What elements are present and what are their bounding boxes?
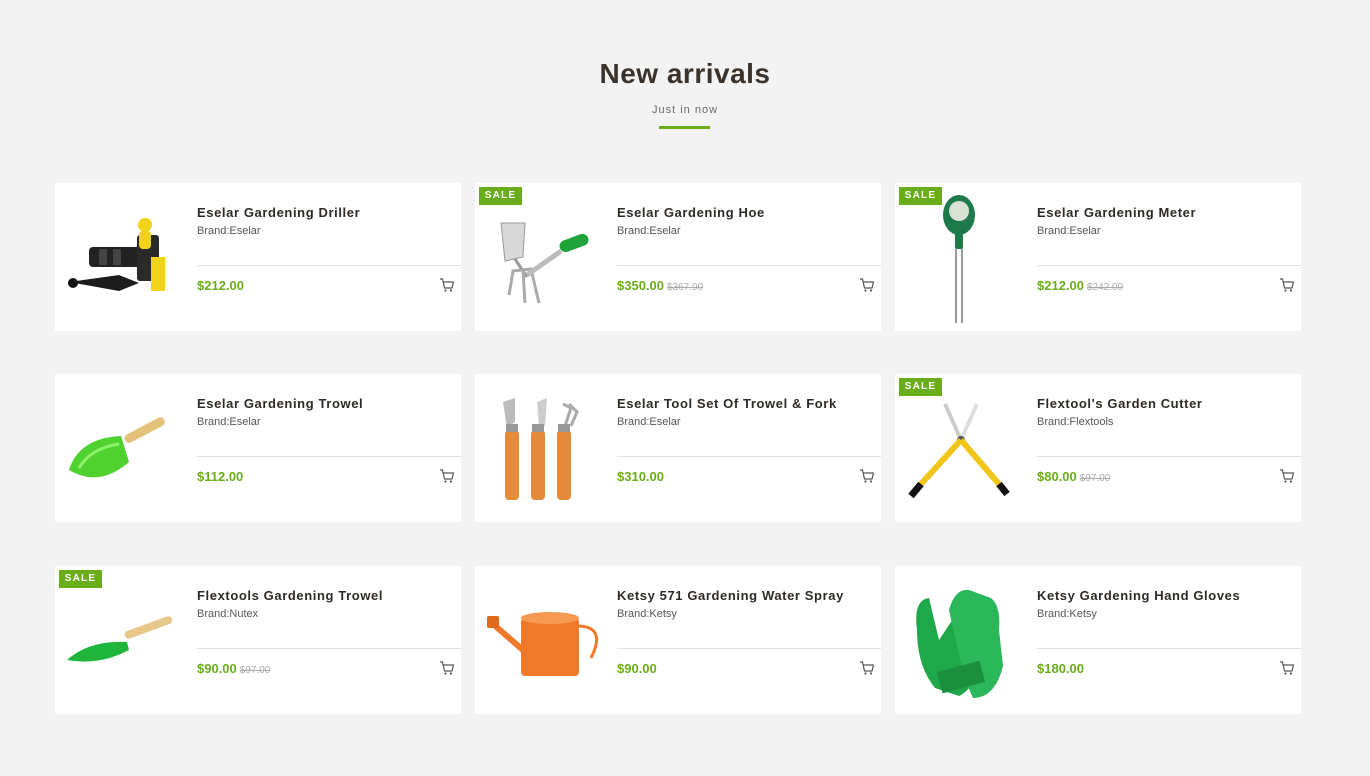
- price-row: $80.00 $97.00: [1037, 468, 1110, 486]
- price-row: $180.00: [1037, 660, 1084, 678]
- product-price: $112.00: [197, 469, 244, 484]
- cart-icon[interactable]: [859, 468, 875, 484]
- card-divider: [617, 265, 881, 266]
- product-image[interactable]: [895, 566, 1035, 714]
- title-underline: [659, 126, 710, 129]
- card-divider: [197, 265, 461, 266]
- product-name[interactable]: Eselar Gardening Hoe: [617, 205, 877, 220]
- product-price: $180.00: [1037, 661, 1084, 676]
- product-name[interactable]: Flextools Gardening Trowel: [197, 588, 457, 603]
- product-price: $80.00: [1037, 469, 1077, 484]
- product-card[interactable]: Ketsy Gardening Hand Gloves Brand:Ketsy $1…: [895, 566, 1301, 714]
- product-card[interactable]: Eselar Gardening Driller Brand:Eselar $212…: [55, 183, 461, 331]
- product-card[interactable]: Eselar Gardening Trowel Brand:Eselar $112.…: [55, 374, 461, 522]
- product-price: $90.00: [617, 661, 657, 676]
- product-image[interactable]: [55, 183, 195, 331]
- product-image[interactable]: [475, 374, 615, 522]
- product-brand: Brand:Nutex: [197, 608, 259, 620]
- card-divider: [197, 456, 461, 457]
- product-card[interactable]: SALE Eselar Gardening Meter Brand:Eselar $2…: [895, 183, 1301, 331]
- product-price: $90.00: [197, 661, 237, 676]
- product-brand: Brand:Eselar: [617, 416, 681, 428]
- product-card[interactable]: SALE Eselar Gardening Hoe Brand:Eselar $350…: [475, 183, 881, 331]
- cart-icon[interactable]: [439, 660, 455, 676]
- product-card[interactable]: Eselar Tool Set Of Trowel & Fork Brand:Es…: [475, 374, 881, 522]
- price-row: $350.00 $367.00: [617, 277, 703, 295]
- product-image[interactable]: [475, 183, 615, 331]
- product-brand: Brand:Eselar: [197, 416, 261, 428]
- cart-icon[interactable]: [859, 277, 875, 293]
- sale-badge: SALE: [59, 570, 102, 588]
- product-name[interactable]: Eselar Tool Set Of Trowel & Fork: [617, 396, 877, 411]
- product-image[interactable]: [895, 183, 1035, 331]
- product-price: $212.00: [1037, 278, 1084, 293]
- card-divider: [617, 456, 881, 457]
- product-brand: Brand:Ketsy: [1037, 608, 1097, 620]
- price-row: $112.00: [197, 468, 243, 486]
- product-brand: Brand:Ketsy: [617, 608, 677, 620]
- product-image[interactable]: [475, 566, 615, 714]
- section-title: New arrivals: [599, 58, 771, 89]
- product-old-price: $242.00: [1087, 282, 1124, 293]
- price-row: $212.00: [197, 277, 244, 295]
- cart-icon[interactable]: [859, 660, 875, 676]
- product-name[interactable]: Eselar Gardening Trowel: [197, 396, 457, 411]
- cart-icon[interactable]: [439, 277, 455, 293]
- product-card[interactable]: Ketsy 571 Gardening Water Spray Brand:Ket…: [475, 566, 881, 714]
- cart-icon[interactable]: [1279, 660, 1295, 676]
- price-row: $310.00: [617, 468, 664, 486]
- product-brand: Brand:Eselar: [197, 225, 261, 237]
- product-old-price: $367.00: [667, 282, 704, 293]
- product-price: $212.00: [197, 278, 244, 293]
- product-old-price: $97.00: [1079, 473, 1111, 484]
- product-price: $350.00: [617, 278, 664, 293]
- price-row: $212.00 $242.00: [1037, 277, 1123, 295]
- card-divider: [197, 648, 461, 649]
- product-name[interactable]: Ketsy Gardening Hand Gloves: [1037, 588, 1297, 603]
- product-brand: Brand:Eselar: [1037, 225, 1101, 237]
- product-name[interactable]: Eselar Gardening Driller: [197, 205, 457, 220]
- card-divider: [1037, 456, 1301, 457]
- product-brand: Brand:Eselar: [617, 225, 681, 237]
- product-card[interactable]: SALE Flextools Gardening Trowel Brand:Nute…: [55, 566, 461, 714]
- product-card[interactable]: SALE Flextool's Garden Cutter Brand:Flexto…: [895, 374, 1301, 522]
- product-old-price: $97.00: [239, 665, 271, 676]
- price-row: $90.00: [617, 660, 657, 678]
- product-name[interactable]: Ketsy 571 Gardening Water Spray: [617, 588, 877, 603]
- product-image[interactable]: [55, 566, 195, 714]
- cart-icon[interactable]: [1279, 468, 1295, 484]
- product-name[interactable]: Flextool's Garden Cutter: [1037, 396, 1297, 411]
- product-image[interactable]: [55, 374, 195, 522]
- product-price: $310.00: [617, 469, 664, 484]
- sale-badge: SALE: [899, 378, 942, 396]
- product-name[interactable]: Eselar Gardening Meter: [1037, 205, 1297, 220]
- product-image[interactable]: [895, 374, 1035, 522]
- sale-badge: SALE: [479, 187, 522, 205]
- card-divider: [617, 648, 881, 649]
- cart-icon[interactable]: [1279, 277, 1295, 293]
- card-divider: [1037, 265, 1301, 266]
- card-divider: [1037, 648, 1301, 649]
- product-brand: Brand:Flextools: [1037, 416, 1114, 428]
- cart-icon[interactable]: [439, 468, 455, 484]
- sale-badge: SALE: [899, 187, 942, 205]
- price-row: $90.00 $97.00: [197, 660, 270, 678]
- section-subtitle: Just in now: [651, 104, 719, 116]
